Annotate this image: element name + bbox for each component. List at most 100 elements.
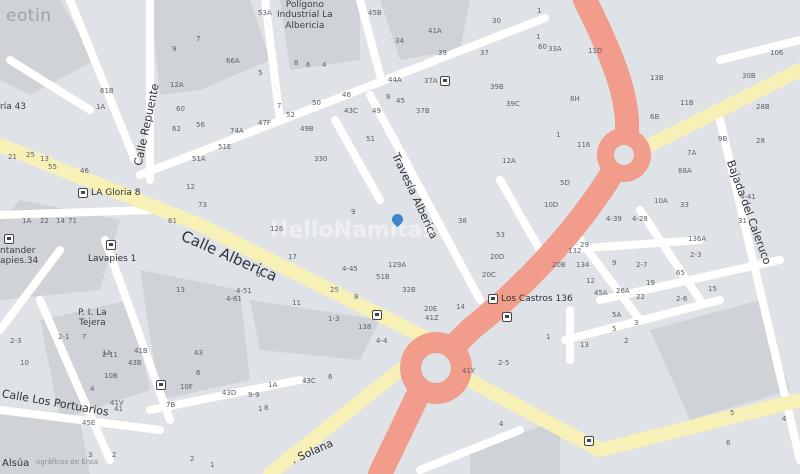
house-number: 43C bbox=[344, 107, 358, 115]
house-number: 65 bbox=[676, 269, 685, 277]
house-number: 45B bbox=[368, 9, 382, 17]
bus-stop-marker[interactable] bbox=[4, 234, 14, 244]
house-number: 30 bbox=[492, 17, 501, 25]
bus-icon bbox=[156, 380, 166, 390]
bus-icon bbox=[78, 188, 88, 198]
house-number: 4-4 bbox=[376, 337, 388, 345]
house-number: 10A bbox=[654, 197, 668, 205]
house-number: 25 bbox=[26, 151, 35, 159]
house-number: 6 bbox=[196, 369, 201, 377]
house-number: 2-6 bbox=[676, 295, 688, 303]
house-number: 2-5 bbox=[498, 359, 510, 367]
street-alsua: Alsúa bbox=[2, 458, 30, 469]
house-number: 88A bbox=[678, 167, 692, 175]
house-number: 2-7 bbox=[636, 261, 648, 269]
house-number: 4-41 bbox=[740, 193, 756, 201]
house-number: 43B bbox=[128, 359, 142, 367]
house-number: 10B bbox=[104, 372, 118, 380]
house-number: 50 bbox=[312, 99, 321, 107]
map-view[interactable]: eotin HelloNamitas Calle Alberica Traves… bbox=[0, 0, 800, 474]
house-number: 1A bbox=[22, 217, 32, 225]
house-number: 11 bbox=[292, 299, 301, 307]
house-number: 9-9 bbox=[248, 391, 260, 399]
house-number: 5 bbox=[612, 325, 617, 333]
bus-stop-marker[interactable] bbox=[584, 436, 594, 446]
house-number: 1 bbox=[258, 405, 263, 413]
house-number: 45A bbox=[594, 289, 608, 297]
house-number: 46 bbox=[342, 91, 351, 99]
house-number: 55 bbox=[48, 163, 57, 171]
map-attribution: ográficos de Ensa bbox=[36, 458, 99, 466]
house-number: 43D bbox=[222, 389, 237, 397]
house-number: 37B bbox=[416, 107, 430, 115]
house-number: 4-51 bbox=[236, 287, 252, 295]
house-number: 12 bbox=[586, 277, 595, 285]
house-number: 13 bbox=[40, 155, 49, 163]
house-number: 33 bbox=[680, 201, 689, 209]
house-number: 9 bbox=[612, 259, 617, 267]
house-number: 4 bbox=[782, 415, 787, 423]
place-pi-tejera: P. I. La Tejera bbox=[78, 308, 107, 329]
house-number: 13 bbox=[176, 286, 185, 294]
house-number: 8 bbox=[386, 93, 391, 101]
bus-stop[interactable]: Los Castros 136 bbox=[488, 294, 573, 304]
house-number: 1-3 bbox=[328, 315, 340, 323]
bus-stop[interactable]: LA Gloria 8 bbox=[78, 188, 141, 198]
house-number: 51 bbox=[366, 135, 375, 143]
bus-stop-marker[interactable] bbox=[372, 310, 382, 320]
bus-stop-marker[interactable] bbox=[502, 312, 512, 322]
house-number: 39 bbox=[438, 49, 447, 57]
place-pi-tejera-text: P. I. La Tejera bbox=[78, 308, 107, 329]
house-number: 2-3 bbox=[690, 251, 702, 259]
house-number: 6 bbox=[256, 271, 261, 279]
bus-stop-marker[interactable] bbox=[440, 76, 450, 86]
bus-stop-marker[interactable] bbox=[106, 240, 116, 250]
house-number: 17 bbox=[288, 253, 297, 261]
place-poligono-text: Polígono Industrial La Albericia bbox=[277, 0, 333, 31]
house-number: 132 bbox=[568, 247, 582, 255]
house-number: 28B bbox=[756, 103, 770, 111]
place-santander: ntander apies.34 bbox=[0, 246, 38, 267]
house-number: 7 bbox=[82, 333, 87, 341]
house-number: 37 bbox=[480, 49, 489, 57]
house-number: 136A bbox=[688, 235, 707, 243]
house-number: 30B bbox=[742, 72, 756, 80]
house-number: 8 bbox=[294, 59, 299, 67]
house-number: 15 bbox=[708, 285, 717, 293]
house-number: 6 bbox=[306, 61, 311, 69]
house-number: 53A bbox=[258, 9, 272, 17]
bus-icon bbox=[440, 76, 450, 86]
house-number: 51A bbox=[192, 155, 206, 163]
house-number: 330 bbox=[314, 155, 328, 163]
house-number: 34 bbox=[395, 37, 404, 45]
house-number: 13B bbox=[650, 74, 664, 82]
house-number: 8 bbox=[354, 293, 359, 301]
bus-stop-marker[interactable] bbox=[156, 380, 166, 390]
house-number: 20D bbox=[490, 253, 505, 261]
bus-icon bbox=[502, 312, 512, 322]
house-number: 14 bbox=[456, 303, 465, 311]
house-number: 74A bbox=[230, 127, 244, 135]
bus-stop-label: Lavapies 1 bbox=[88, 254, 137, 264]
house-number: 5 bbox=[730, 409, 735, 417]
house-number: 1 bbox=[556, 131, 561, 139]
house-number: 19 bbox=[646, 279, 655, 287]
house-number: 20B bbox=[552, 261, 566, 269]
house-number: 22 bbox=[40, 217, 49, 225]
house-number: 21 bbox=[8, 153, 17, 161]
house-number: 73 bbox=[198, 201, 207, 209]
house-number: 138 bbox=[358, 323, 372, 331]
place-poligono: Polígono Industrial La Albericia bbox=[277, 0, 333, 31]
bus-stop[interactable]: Lavapies 1 bbox=[88, 254, 136, 264]
house-number: 43 bbox=[194, 349, 203, 357]
house-number: 22 bbox=[636, 293, 645, 301]
house-number: 45 bbox=[396, 97, 405, 105]
house-number: 2 bbox=[190, 455, 195, 463]
house-number: 46 bbox=[80, 167, 89, 175]
house-number: 4 bbox=[499, 420, 504, 428]
house-number: 4 bbox=[322, 61, 327, 69]
house-number: 61 bbox=[168, 217, 177, 225]
house-number: 31 bbox=[738, 217, 747, 225]
house-number: 51E bbox=[218, 143, 232, 151]
bus-icon bbox=[584, 436, 594, 446]
